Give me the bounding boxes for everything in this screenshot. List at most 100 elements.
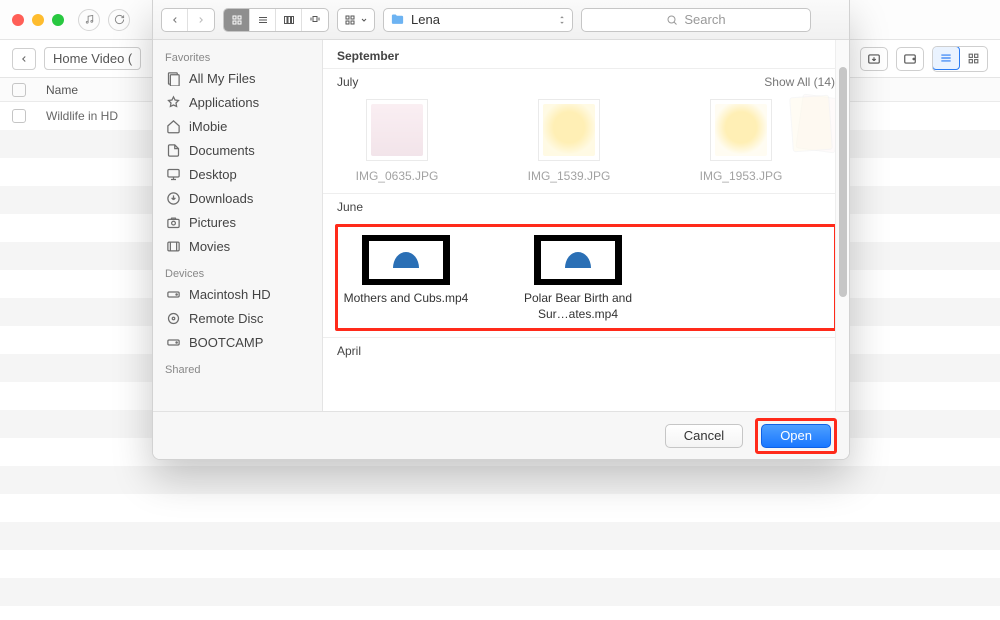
file-label: Polar Bear Birth and Sur…ates.mp4 [513,291,643,322]
sidebar-head-shared: Shared [159,360,316,378]
folder-name: Lena [411,12,440,27]
folder-dropdown[interactable]: Lena [383,8,573,32]
row-checkbox[interactable] [12,109,26,123]
sidebar-item-movies[interactable]: Movies [159,234,316,258]
sidebar-item-label: iMobie [189,119,227,134]
month-bar-july: July Show All (14) [323,68,849,99]
sidebar-item-label: Pictures [189,215,236,230]
column-view-icon[interactable] [276,9,302,31]
coverflow-view-icon[interactable] [302,9,328,31]
image-thumb-icon [366,99,428,161]
breadcrumb[interactable]: Home Video ( [44,47,141,70]
minimize-window-icon[interactable] [32,14,44,26]
month-bar-april: April [323,337,849,368]
search-input[interactable]: Search [581,8,811,32]
downloads-icon [165,190,181,206]
file-item[interactable]: Mothers and Cubs.mp4 [346,235,466,322]
hdd-icon [165,286,181,302]
sidebar-item-label: All My Files [189,71,255,86]
list-view-icon[interactable] [250,9,276,31]
icon-view-icon[interactable] [224,9,250,31]
file-item[interactable]: IMG_1953.JPG [691,99,791,183]
file-label: IMG_1539.JPG [528,169,611,183]
export-icon[interactable] [896,47,924,71]
highlighted-selection: Mothers and Cubs.mp4 Polar Bear Birth an… [335,224,837,331]
file-browser-content: September July Show All (14) IMG_0635.JP… [323,40,849,411]
documents-icon [165,142,181,158]
list-view-icon[interactable] [932,46,960,70]
sidebar-item-bootcamp[interactable]: BOOTCAMP [159,330,316,354]
nav-back-icon[interactable] [162,9,188,31]
sidebar-item-label: Remote Disc [189,311,263,326]
file-item[interactable]: IMG_0635.JPG [347,99,447,183]
music-note-icon[interactable] [78,9,100,31]
sidebar-item-all-my-files[interactable]: All My Files [159,66,316,90]
grid-view-icon[interactable] [959,47,987,71]
nav-segment [161,8,215,32]
sidebar-item-imobie[interactable]: iMobie [159,114,316,138]
pictures-icon [165,214,181,230]
arrange-dropdown[interactable] [337,8,375,32]
desktop-icon [165,166,181,182]
sidebar-item-pictures[interactable]: Pictures [159,210,316,234]
nav-forward-icon[interactable] [188,9,214,31]
file-item[interactable]: Polar Bear Birth and Sur…ates.mp4 [518,235,638,322]
sidebar-item-desktop[interactable]: Desktop [159,162,316,186]
movies-icon [165,238,181,254]
disc-icon [165,310,181,326]
refresh-icon[interactable] [108,9,130,31]
scrollbar[interactable] [835,40,849,411]
sidebar-item-macintosh-hd[interactable]: Macintosh HD [159,282,316,306]
file-label: IMG_0635.JPG [356,169,439,183]
sidebar-item-label: BOOTCAMP [189,335,263,350]
video-thumb-icon [534,235,622,285]
updown-icon [558,15,566,25]
sidebar: Favorites All My Files Applications iMob… [153,40,323,411]
view-mode-segment [932,46,988,72]
file-label: Mothers and Cubs.mp4 [341,291,471,307]
select-all-checkbox[interactable] [12,83,26,97]
hdd-icon [165,334,181,350]
open-button[interactable]: Open [761,424,831,448]
open-button-highlight: Open [755,418,837,454]
month-label: April [337,344,361,358]
sidebar-item-label: Documents [189,143,255,158]
show-all-link[interactable]: Show All (14) [764,75,835,89]
video-thumb-icon [362,235,450,285]
sidebar-item-label: Macintosh HD [189,287,271,302]
overflow-stack-icon[interactable] [789,96,839,166]
sidebar-item-remote-disc[interactable]: Remote Disc [159,306,316,330]
panel-view-segment [223,8,329,32]
sidebar-item-label: Movies [189,239,230,254]
sidebar-item-label: Applications [189,95,259,110]
sidebar-item-label: Downloads [189,191,253,206]
window-controls [12,14,64,26]
import-icon[interactable] [860,47,888,71]
sidebar-head-devices: Devices [159,264,316,282]
panel-toolbar: Lena Search [153,0,849,40]
file-label: IMG_1953.JPG [700,169,783,183]
month-label: June [337,200,363,214]
row-name: Wildlife in HD [46,109,118,123]
sidebar-head-favorites: Favorites [159,48,316,66]
scrollbar-thumb[interactable] [839,67,847,297]
folder-icon [390,12,405,27]
july-thumbs: IMG_0635.JPG IMG_1539.JPG IMG_1953.JPG [323,99,849,193]
cancel-button[interactable]: Cancel [665,424,743,448]
back-button[interactable] [12,48,36,70]
sidebar-item-label: Desktop [189,167,237,182]
image-thumb-icon [538,99,600,161]
close-window-icon[interactable] [12,14,24,26]
image-thumb-icon [710,99,772,161]
open-file-panel: Lena Search Favorites All My Files [152,0,850,460]
sidebar-item-applications[interactable]: Applications [159,90,316,114]
month-label: July [337,75,358,89]
home-icon [165,118,181,134]
search-placeholder: Search [684,12,725,27]
file-item[interactable]: IMG_1539.JPG [519,99,619,183]
column-name[interactable]: Name [46,83,78,97]
applications-icon [165,94,181,110]
zoom-window-icon[interactable] [52,14,64,26]
sidebar-item-documents[interactable]: Documents [159,138,316,162]
sidebar-item-downloads[interactable]: Downloads [159,186,316,210]
